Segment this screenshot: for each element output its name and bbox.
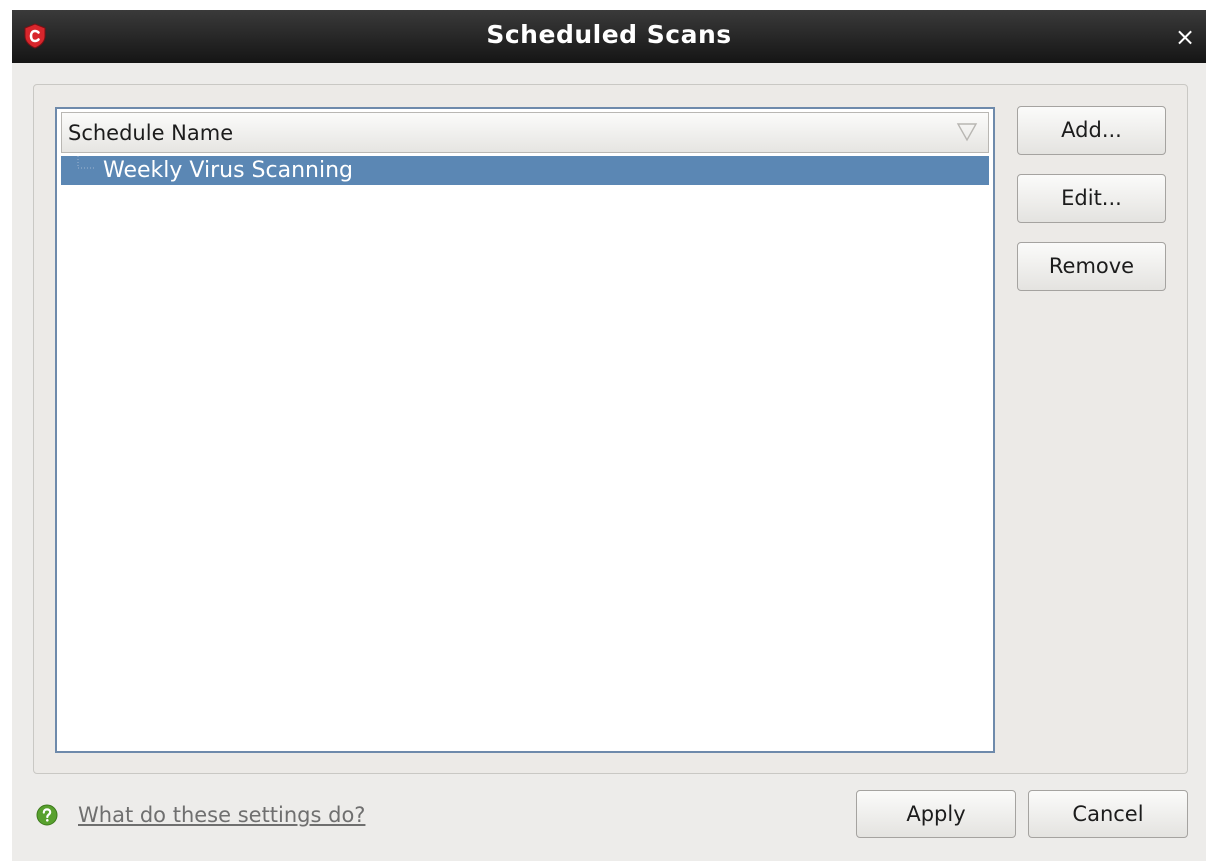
list-item[interactable]: Weekly Virus Scanning <box>61 156 989 185</box>
window-title: Scheduled Scans <box>486 20 732 49</box>
sort-triangle-icon[interactable] <box>956 122 978 142</box>
title-bar: Scheduled Scans × <box>12 10 1206 63</box>
schedule-list[interactable]: Schedule Name Weekly Virus Scanning <box>55 107 995 753</box>
help-link[interactable]: What do these settings do? <box>78 800 365 830</box>
cancel-button[interactable]: Cancel <box>1028 790 1188 838</box>
remove-button[interactable]: Remove <box>1017 242 1166 291</box>
close-icon[interactable]: × <box>1172 24 1198 50</box>
question-mark-icon[interactable] <box>36 804 58 826</box>
edit-button[interactable]: Edit... <box>1017 174 1166 223</box>
list-item-label: Weekly Virus Scanning <box>103 158 353 183</box>
apply-button[interactable]: Apply <box>856 790 1016 838</box>
add-button[interactable]: Add... <box>1017 106 1166 155</box>
column-header-schedule-name[interactable]: Schedule Name <box>61 112 989 153</box>
column-header-label: Schedule Name <box>68 121 234 145</box>
scheduled-scans-dialog: Scheduled Scans × Schedule Name Weekly V… <box>12 10 1206 861</box>
tree-connector <box>77 156 97 174</box>
